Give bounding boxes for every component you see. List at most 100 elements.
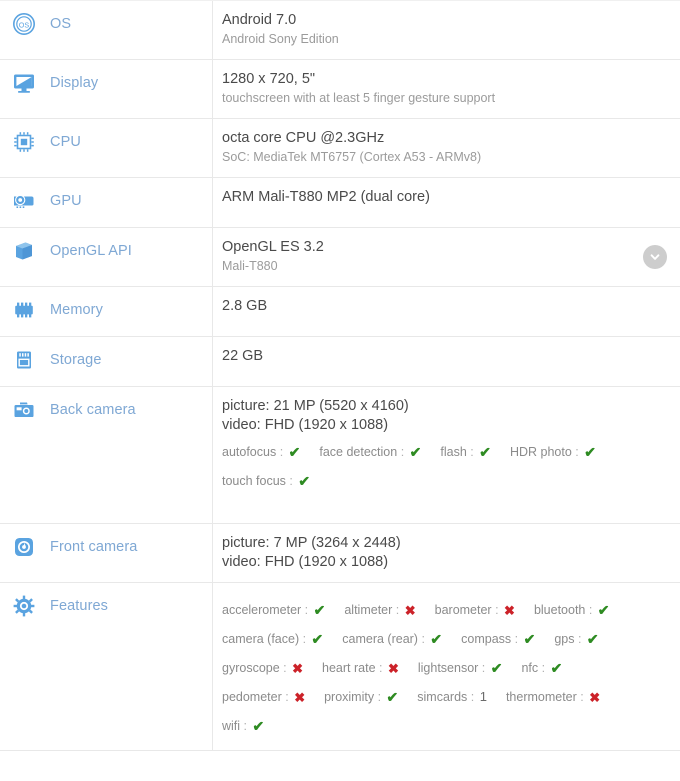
feature-flag-label: compass bbox=[461, 632, 511, 646]
feature-flag: accelerometer : ✔ bbox=[222, 595, 325, 624]
feature-flag-label: wifi bbox=[222, 719, 240, 733]
label-cell-cpu: CPU bbox=[0, 119, 213, 177]
label-cell-opengl: OpenGL API bbox=[0, 228, 213, 286]
spec-label-back-camera: Back camera bbox=[50, 397, 136, 423]
value-cell-memory: 2.8 GB bbox=[213, 287, 680, 336]
display-resolution: 1280 x 720, 5" bbox=[222, 70, 666, 89]
feature-flag-label: thermometer bbox=[506, 690, 577, 704]
feature-flag-value: ✔ bbox=[287, 438, 301, 466]
cpu-cores: octa core CPU @2.3GHz bbox=[222, 129, 666, 148]
value-cell-opengl: OpenGL ES 3.2 Mali-T880 bbox=[213, 228, 680, 286]
spec-row-opengl: OpenGL API OpenGL ES 3.2 Mali-T880 bbox=[0, 228, 680, 287]
gpu-spacer bbox=[222, 207, 666, 217]
spec-row-display: Display 1280 x 720, 5" touchscreen with … bbox=[0, 60, 680, 119]
feature-flag-separator: : bbox=[467, 690, 477, 704]
feature-flag-value: ✔ bbox=[250, 712, 264, 740]
feature-flag: altimeter : ✖ bbox=[344, 596, 415, 624]
feature-flag-value: ✖ bbox=[386, 655, 399, 683]
feature-flag-separator: : bbox=[397, 445, 407, 459]
spec-label-front-camera: Front camera bbox=[50, 534, 137, 560]
chevron-down-icon[interactable] bbox=[643, 245, 667, 269]
spec-label-memory: Memory bbox=[50, 297, 103, 323]
feature-flag: bluetooth : ✔ bbox=[534, 595, 610, 624]
feature-flag-value: ✖ bbox=[502, 597, 515, 625]
label-cell-front-camera: Front camera bbox=[0, 524, 213, 582]
display-icon bbox=[11, 70, 37, 96]
flag-line: touch focus : ✔ bbox=[222, 466, 666, 495]
opengl-version: OpenGL ES 3.2 bbox=[222, 238, 666, 257]
feature-flag-separator: : bbox=[511, 632, 521, 646]
value-cell-features: accelerometer : ✔altimeter : ✖barometer … bbox=[213, 583, 680, 750]
spec-label-os: OS bbox=[50, 11, 71, 37]
feature-flag-label: gps bbox=[554, 632, 574, 646]
feature-flag-separator: : bbox=[374, 690, 384, 704]
feature-flag-value: ✔ bbox=[549, 654, 563, 682]
feature-flag-label: camera (rear) bbox=[342, 632, 418, 646]
feature-flag-value: 1 bbox=[478, 689, 487, 704]
feature-flag-label: pedometer bbox=[222, 690, 282, 704]
feature-flag-separator: : bbox=[282, 690, 292, 704]
feature-flag-separator: : bbox=[286, 474, 296, 488]
spec-label-opengl: OpenGL API bbox=[50, 238, 132, 264]
spec-row-front-camera: Front camera picture: 7 MP (3264 x 2448)… bbox=[0, 524, 680, 583]
feature-flag-separator: : bbox=[276, 445, 286, 459]
feature-flag: nfc : ✔ bbox=[521, 653, 562, 682]
feature-flag: camera (face) : ✔ bbox=[222, 624, 323, 653]
value-cell-front-camera: picture: 7 MP (3264 x 2448) video: FHD (… bbox=[213, 524, 680, 582]
front-camera-video: video: FHD (1920 x 1088) bbox=[222, 553, 666, 572]
label-cell-display: Display bbox=[0, 60, 213, 118]
feature-flag-separator: : bbox=[418, 632, 428, 646]
os-edition: Android Sony Edition bbox=[222, 30, 666, 49]
feature-flag-value: ✔ bbox=[585, 625, 599, 653]
feature-flag: wifi : ✔ bbox=[222, 711, 264, 740]
feature-flag-separator: : bbox=[585, 603, 595, 617]
spec-label-display: Display bbox=[50, 70, 98, 96]
feature-flag-separator: : bbox=[574, 632, 584, 646]
feature-flag-label: nfc bbox=[521, 661, 538, 675]
flag-line: accelerometer : ✔altimeter : ✖barometer … bbox=[222, 595, 666, 624]
feature-flag-value: ✔ bbox=[296, 467, 310, 495]
spec-row-memory: Memory 2.8 GB bbox=[0, 287, 680, 337]
feature-flag-label: camera (face) bbox=[222, 632, 299, 646]
feature-flag-value: ✔ bbox=[522, 625, 536, 653]
storage-spacer bbox=[222, 366, 666, 376]
memory-icon bbox=[11, 297, 37, 323]
feature-flag-label: touch focus bbox=[222, 474, 286, 488]
feature-flag-separator: : bbox=[492, 603, 502, 617]
spec-label-features: Features bbox=[50, 593, 108, 619]
feature-flag-separator: : bbox=[538, 661, 548, 675]
feature-flag-value: ✔ bbox=[385, 683, 399, 711]
feature-flag-value: ✔ bbox=[477, 438, 491, 466]
feature-flag-value: ✔ bbox=[312, 596, 326, 624]
spec-row-os: OS OS Android 7.0 Android Sony Edition bbox=[0, 0, 680, 60]
spec-row-storage: Storage 22 GB bbox=[0, 337, 680, 387]
front-camera-icon bbox=[11, 534, 37, 560]
feature-flag-value: ✖ bbox=[292, 684, 305, 712]
feature-flag-separator: : bbox=[392, 603, 402, 617]
value-cell-cpu: octa core CPU @2.3GHz SoC: MediaTek MT67… bbox=[213, 119, 680, 177]
feature-flag-label: autofocus bbox=[222, 445, 276, 459]
feature-flag: heart rate : ✖ bbox=[322, 654, 399, 682]
cpu-icon bbox=[11, 129, 37, 155]
feature-flag-label: heart rate bbox=[322, 661, 376, 675]
feature-flag: compass : ✔ bbox=[461, 624, 535, 653]
feature-flag: pedometer : ✖ bbox=[222, 683, 305, 711]
value-cell-os: Android 7.0 Android Sony Edition bbox=[213, 1, 680, 59]
feature-flag: HDR photo : ✔ bbox=[510, 437, 596, 466]
feature-flag-separator: : bbox=[299, 632, 309, 646]
feature-flag-label: proximity bbox=[324, 690, 374, 704]
feature-flag: touch focus : ✔ bbox=[222, 466, 310, 495]
back-camera-video: video: FHD (1920 x 1088) bbox=[222, 416, 666, 435]
feature-flag: gyroscope : ✖ bbox=[222, 654, 303, 682]
back-camera-picture: picture: 21 MP (5520 x 4160) bbox=[222, 397, 666, 416]
device-spec-table: OS OS Android 7.0 Android Sony Edition D… bbox=[0, 0, 680, 751]
feature-flag-label: lightsensor bbox=[418, 661, 478, 675]
feature-flag-value: ✖ bbox=[403, 597, 416, 625]
feature-flag: face detection : ✔ bbox=[319, 437, 421, 466]
cpu-soc: SoC: MediaTek MT6757 (Cortex A53 - ARMv8… bbox=[222, 148, 666, 167]
feature-flag: lightsensor : ✔ bbox=[418, 653, 503, 682]
feature-flag-label: accelerometer bbox=[222, 603, 301, 617]
feature-flag-label: altimeter bbox=[344, 603, 392, 617]
spec-row-gpu: GPU ARM Mali-T880 MP2 (dual core) bbox=[0, 178, 680, 228]
value-cell-back-camera: picture: 21 MP (5520 x 4160) video: FHD … bbox=[213, 387, 680, 523]
